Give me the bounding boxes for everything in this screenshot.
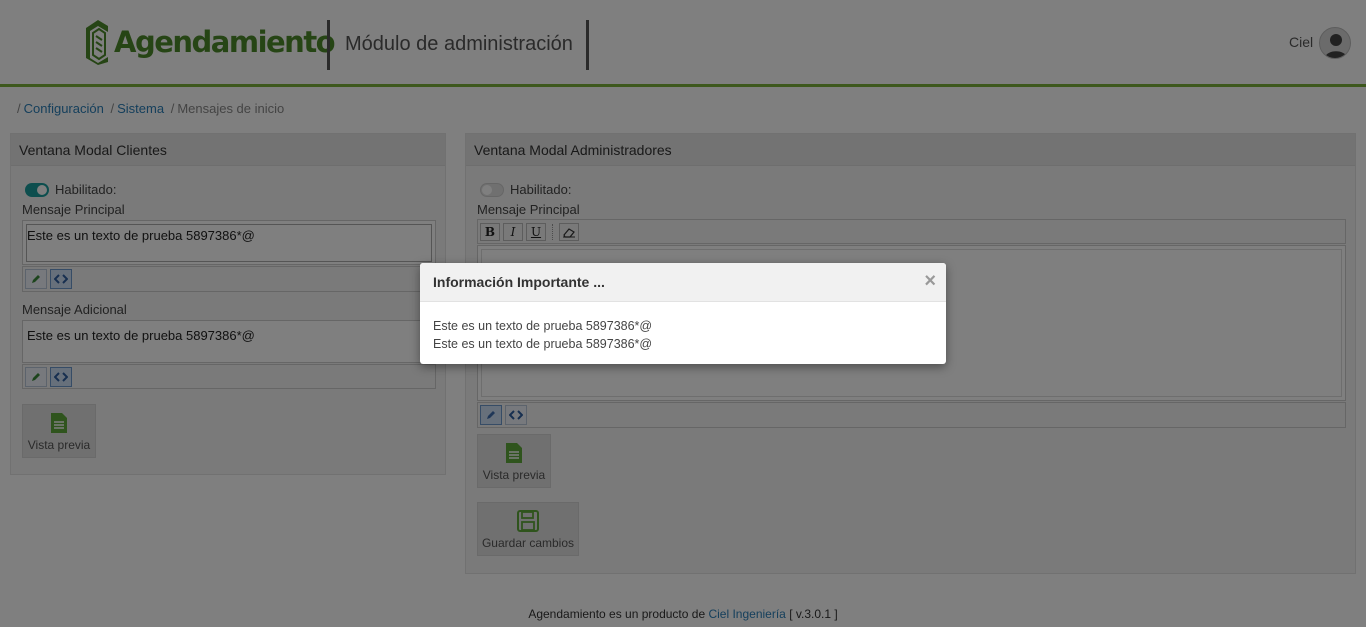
modal-message-line: Este es un texto de prueba 5897386*@ [433, 319, 653, 333]
info-modal: Información Importante ... × Este es un … [420, 263, 946, 364]
modal-message-line: Este es un texto de prueba 5897386*@ [433, 337, 653, 351]
modal-body: Este es un texto de prueba 5897386*@ Est… [420, 302, 946, 368]
modal-title: Información Importante ... [433, 274, 605, 290]
close-icon[interactable]: × [924, 271, 936, 291]
modal-header: Información Importante ... × [420, 263, 946, 302]
